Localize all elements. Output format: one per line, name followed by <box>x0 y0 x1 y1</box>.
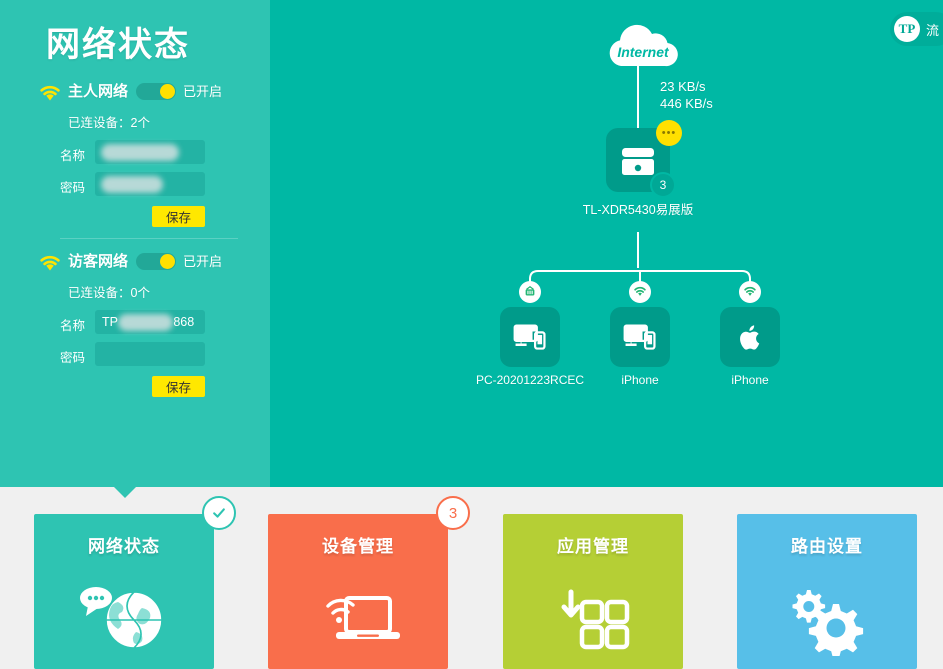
router-name: TL-XDR5430易展版 <box>582 203 694 217</box>
monitor-phone-icon <box>610 307 670 367</box>
guest-name-row: 名称 <box>0 310 270 340</box>
guest-network-label: 访客网络 <box>68 253 129 270</box>
host-save-button[interactable]: 保存 <box>152 206 205 227</box>
guest-network-state: 已开启 <box>183 254 223 269</box>
host-password-label: 密码 <box>60 181 86 195</box>
bottom-nav: 网络状态 设备管理 3 应用管理 路由设置 <box>0 487 943 669</box>
cloud-router-link <box>637 66 639 128</box>
wifi-icon <box>38 82 62 102</box>
gears-icon <box>737 566 917 666</box>
guest-connected-count: 已连设备：0个 <box>68 286 150 300</box>
guest-network-toggle[interactable] <box>136 253 176 270</box>
guest-ssid-input[interactable] <box>95 310 205 334</box>
network-topology: Internet 23 KB/s 446 KB/s ••• 3 TL-XDR54… <box>270 0 943 487</box>
page-title: 网络状态 <box>46 26 190 64</box>
monitor-phone-icon <box>500 307 560 367</box>
host-network-state: 已开启 <box>183 84 223 99</box>
nav-tile-router-settings[interactable]: 路由设置 <box>737 514 917 669</box>
guest-save-button[interactable]: 保存 <box>152 376 205 397</box>
guest-name-label: 名称 <box>60 319 86 333</box>
wifi-icon <box>38 252 62 272</box>
internet-label: Internet <box>617 44 669 60</box>
router-admin-page: 网络状态 主人网络 已开启 已连设备：2个 名称 密码 保存 访客网络 已开启 … <box>0 0 943 669</box>
speed-readout: 23 KB/s 446 KB/s <box>660 78 713 112</box>
nav-tile-label: 设备管理 <box>322 537 394 556</box>
globe-chat-icon <box>34 566 214 666</box>
apps-download-icon <box>503 566 683 666</box>
active-tab-pointer <box>114 487 136 498</box>
toggle-knob <box>160 254 175 269</box>
guest-password-row: 密码 <box>0 342 270 372</box>
host-network-block: 主人网络 已开启 已连设备：2个 名称 密码 保存 <box>0 80 270 239</box>
toggle-knob <box>160 84 175 99</box>
host-network-label: 主人网络 <box>68 83 129 100</box>
guest-network-block: 访客网络 已开启 已连设备：0个 名称 密码 保存 <box>0 250 270 397</box>
nav-tile-device-management[interactable]: 设备管理 3 <box>268 496 470 669</box>
wifi-icon <box>629 281 651 303</box>
host-name-label: 名称 <box>60 149 86 163</box>
device-name: PC-20201223RCEC <box>475 373 585 387</box>
host-name-row: 名称 <box>0 140 270 170</box>
host-connected-count: 已连设备：2个 <box>68 116 150 130</box>
network-settings-panel: 网络状态 主人网络 已开启 已连设备：2个 名称 密码 保存 访客网络 已开启 … <box>0 0 270 487</box>
ethernet-icon <box>519 281 541 303</box>
host-password-row: 密码 <box>0 172 270 202</box>
section-divider <box>60 238 238 239</box>
wifi-icon <box>739 281 761 303</box>
nav-tile-label: 网络状态 <box>88 537 160 556</box>
host-network-header: 主人网络 已开启 <box>0 80 270 112</box>
guest-password-input[interactable] <box>95 342 205 366</box>
topology-panel: TP 流 Internet 23 KB/s 446 KB/s ••• 3 TL-… <box>270 0 943 487</box>
guest-password-label: 密码 <box>60 351 86 365</box>
device-count-badge: 3 <box>436 496 470 530</box>
host-network-toggle[interactable] <box>136 83 176 100</box>
nav-tile-label: 路由设置 <box>791 537 863 556</box>
upload-speed: 23 KB/s <box>660 79 706 94</box>
download-speed: 446 KB/s <box>660 96 713 111</box>
nav-tile-network-status[interactable]: 网络状态 <box>34 496 236 669</box>
device-name: iPhone <box>621 373 659 387</box>
device-name: iPhone <box>731 373 769 387</box>
apple-icon <box>720 307 780 367</box>
router-menu-icon[interactable]: ••• <box>656 120 682 146</box>
status-check-badge <box>202 496 236 530</box>
router-device-count-badge: 3 <box>650 172 676 198</box>
host-password-input[interactable] <box>95 172 205 196</box>
nav-tile-label: 应用管理 <box>557 537 629 556</box>
router-trunk-link <box>637 232 639 268</box>
laptop-wifi-icon <box>268 566 448 666</box>
guest-network-header: 访客网络 已开启 <box>0 250 270 282</box>
status-top-area: 网络状态 主人网络 已开启 已连设备：2个 名称 密码 保存 访客网络 已开启 … <box>0 0 943 487</box>
nav-tile-app-management[interactable]: 应用管理 <box>503 514 683 669</box>
host-ssid-input[interactable] <box>95 140 205 164</box>
